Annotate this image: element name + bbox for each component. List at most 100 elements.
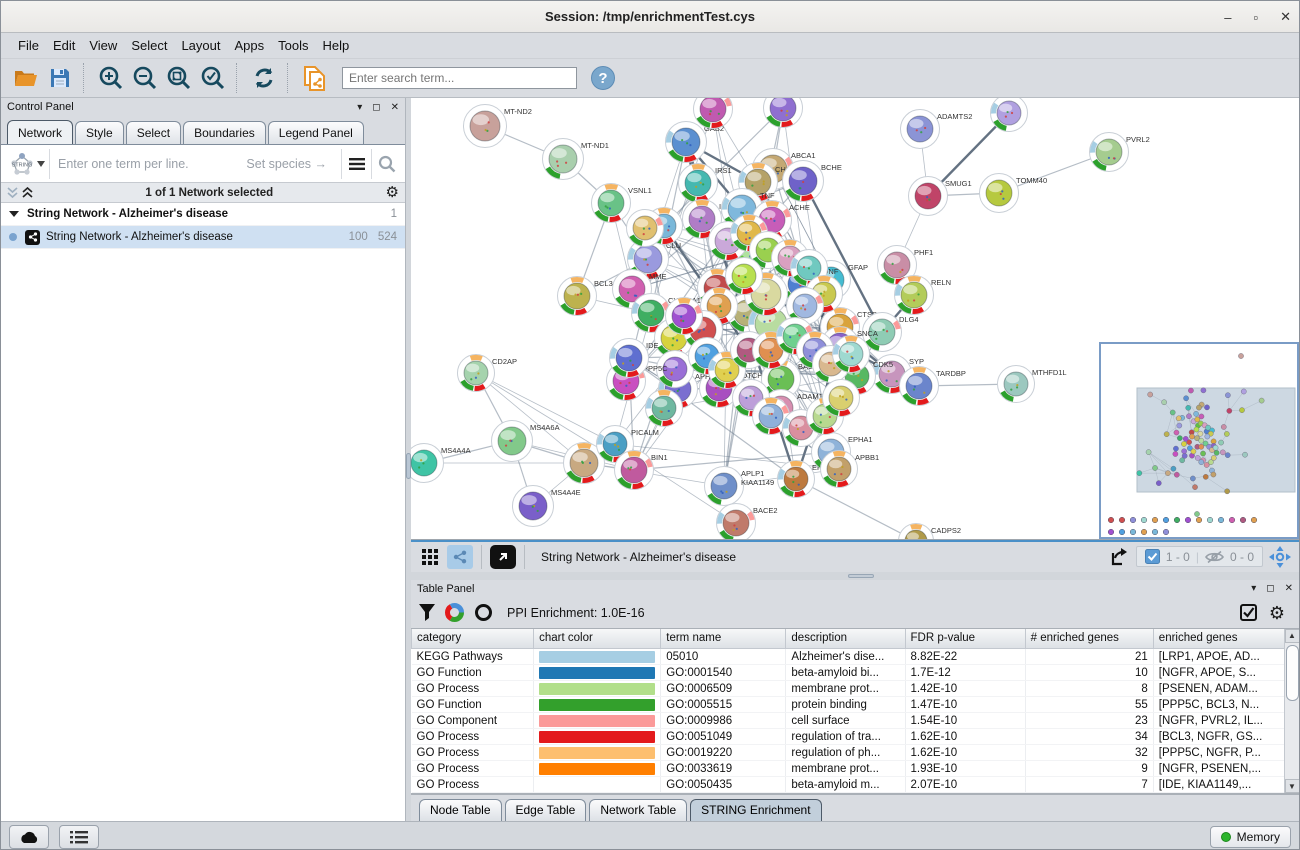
scroll-up-arrow[interactable]: ▲	[1285, 629, 1300, 643]
save-session-button[interactable]	[43, 62, 77, 94]
panel-float-icon[interactable]: ◻	[372, 102, 380, 113]
tree-expand-icon[interactable]	[9, 211, 19, 217]
birds-eye-view[interactable]	[1099, 342, 1299, 539]
task-list-button[interactable]	[59, 825, 99, 849]
table-scrollbar[interactable]: ▲ ▼	[1284, 629, 1299, 794]
tab-style[interactable]: Style	[75, 121, 124, 144]
zoom-selected-icon	[200, 65, 226, 91]
column-header--enriched-genes[interactable]: # enriched genes	[1025, 629, 1153, 649]
clone-network-button[interactable]	[298, 62, 332, 94]
table-row[interactable]: GO ProcessGO:0033619membrane prot...1.93…	[412, 761, 1286, 777]
table-row[interactable]: KEGG Pathways05010Alzheimer's dise...8.8…	[412, 649, 1286, 665]
export-network-button[interactable]	[1106, 545, 1132, 569]
cloud-button[interactable]	[9, 825, 49, 849]
panel-menu-icon[interactable]: ▾	[357, 102, 362, 113]
table-row[interactable]: GO ProcessGO:0051049regulation of tra...…	[412, 729, 1286, 745]
grid-view-button[interactable]	[417, 545, 443, 569]
menu-layout[interactable]: Layout	[174, 35, 227, 56]
column-header-description[interactable]: description	[786, 629, 905, 649]
panel-close-icon[interactable]: ✕	[391, 102, 399, 113]
panel-close-icon[interactable]: ✕	[1285, 583, 1293, 594]
table-row[interactable]: GO ProcessGO:0050435beta-amyloid m...2.0…	[412, 777, 1286, 793]
splitter-grip[interactable]	[848, 574, 874, 578]
close-button[interactable]: ✕	[1280, 9, 1291, 25]
column-header-fdr-p-value[interactable]: FDR p-value	[905, 629, 1025, 649]
gear-icon[interactable]: ⚙	[386, 185, 399, 200]
pan-navigator-button[interactable]	[1267, 545, 1293, 569]
ring-chart-icon[interactable]	[474, 603, 493, 622]
menu-file[interactable]: File	[11, 35, 46, 56]
node-label-reln: RELN	[931, 278, 951, 287]
gear-icon[interactable]: ⚙	[1269, 604, 1285, 622]
share-view-button[interactable]	[447, 545, 473, 569]
refresh-button[interactable]	[247, 62, 281, 94]
horizontal-splitter[interactable]	[411, 572, 1299, 580]
tab-edge-table[interactable]: Edge Table	[505, 799, 587, 821]
zoom-fit-icon	[166, 65, 192, 91]
hidden-eye-icon[interactable]	[1205, 550, 1224, 564]
column-header-category[interactable]: category	[412, 629, 534, 649]
minimize-button[interactable]: –	[1224, 10, 1231, 25]
menu-view[interactable]: View	[82, 35, 124, 56]
tab-network-table[interactable]: Network Table	[589, 799, 687, 821]
tab-node-table[interactable]: Node Table	[419, 799, 502, 821]
enrichment-toolbar: PPI Enrichment: 1.0E-16 ⚙	[411, 598, 1299, 628]
expand-all-icon[interactable]	[22, 187, 33, 199]
cell-count: 10	[1025, 665, 1153, 681]
memory-button[interactable]: Memory	[1210, 826, 1291, 848]
cell-category: GO Process	[412, 777, 534, 793]
column-header-enriched-genes[interactable]: enriched genes	[1153, 629, 1285, 649]
table-row[interactable]: GO FunctionGO:0001540beta-amyloid bi...1…	[412, 665, 1286, 681]
help-button[interactable]: ?	[591, 66, 615, 90]
menu-select[interactable]: Select	[124, 35, 174, 56]
zoom-fit-button[interactable]	[162, 62, 196, 94]
panel-float-icon[interactable]: ◻	[1266, 583, 1274, 594]
tab-network[interactable]: Network	[7, 120, 73, 144]
string-query-input[interactable]: Enter one term per line.	[50, 157, 246, 171]
cell-chart-color	[534, 729, 661, 745]
panel-menu-icon[interactable]: ▾	[1251, 583, 1256, 594]
menu-help[interactable]: Help	[316, 35, 357, 56]
table-row[interactable]: GO ProcessGO:0019220regulation of ph...1…	[412, 745, 1286, 761]
column-header-term-name[interactable]: term name	[661, 629, 786, 649]
chart-colors-icon[interactable]	[445, 603, 464, 622]
selected-checkbox-icon[interactable]	[1145, 549, 1160, 564]
tab-boundaries[interactable]: Boundaries	[183, 121, 266, 144]
network-row[interactable]: String Network - Alzheimer's disease 100…	[1, 226, 405, 249]
open-session-button[interactable]	[9, 62, 43, 94]
search-input[interactable]	[342, 67, 577, 89]
string-source-selector[interactable]: STRING	[5, 149, 50, 179]
cell-fdr: 1.42E-10	[905, 681, 1025, 697]
network-selection-bar: 1 of 1 Network selected ⚙	[1, 183, 405, 203]
zoom-selected-button[interactable]	[196, 62, 230, 94]
zoom-in-button[interactable]	[94, 62, 128, 94]
network-canvas[interactable]: MT-ND2MT-ND1VSNL1GAB2IRS1ABCA1CHATBCHEIL…	[411, 98, 1299, 540]
chart-color-swatch	[539, 699, 655, 711]
zoom-out-button[interactable]	[128, 62, 162, 94]
table-panel: Table Panel ▾ ◻ ✕ PPI Enrichment: 1.0E-1…	[411, 580, 1299, 822]
table-row[interactable]: GO ProcessGO:0006509membrane prot...1.42…	[412, 681, 1286, 697]
tab-legend-panel[interactable]: Legend Panel	[268, 121, 364, 144]
birds-eye-graph	[1101, 344, 1297, 537]
menu-edit[interactable]: Edit	[46, 35, 82, 56]
collapse-all-icon[interactable]	[7, 187, 18, 199]
scroll-down-arrow[interactable]: ▼	[1285, 779, 1300, 793]
node-label-ide: IDE	[646, 341, 659, 350]
string-search-button[interactable]	[371, 149, 401, 179]
cell-genes: [NGFR, APOE, S...	[1153, 665, 1285, 681]
menu-tools[interactable]: Tools	[271, 35, 315, 56]
table-row[interactable]: GO FunctionGO:0005515protein binding1.47…	[412, 697, 1286, 713]
network-collection-row[interactable]: String Network - Alzheimer's disease 1	[1, 203, 405, 226]
tab-select[interactable]: Select	[126, 121, 181, 144]
table-row[interactable]: GO ComponentGO:0009986cell surface1.54E-…	[412, 713, 1286, 729]
detach-view-button[interactable]	[490, 545, 516, 569]
menu-apps[interactable]: Apps	[228, 35, 272, 56]
column-header-chart-color[interactable]: chart color	[534, 629, 661, 649]
select-columns-icon[interactable]	[1240, 604, 1257, 621]
string-options-button[interactable]	[341, 149, 371, 179]
filter-icon[interactable]	[419, 604, 435, 621]
maximize-button[interactable]: ▫	[1253, 10, 1258, 25]
set-species-label[interactable]: Set species →	[246, 157, 341, 171]
scroll-thumb[interactable]	[1286, 645, 1299, 701]
tab-string-enrichment[interactable]: STRING Enrichment	[690, 799, 821, 821]
